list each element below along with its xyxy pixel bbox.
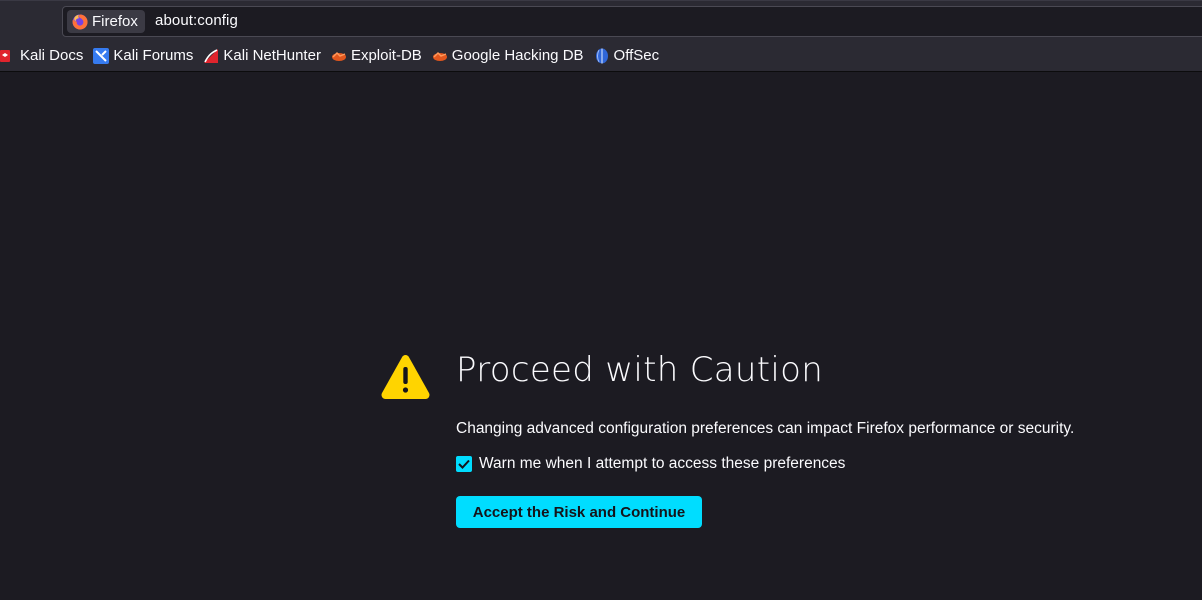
warn-checkbox-label[interactable]: Warn me when I attempt to access these p…	[479, 455, 845, 473]
kali-forums-icon	[93, 47, 110, 64]
offsec-icon	[594, 48, 610, 64]
bookmark-exploit-db[interactable]: Exploit-DB	[331, 44, 426, 68]
url-bar[interactable]: Firefox about:config	[62, 6, 1202, 37]
identity-label: Firefox	[92, 13, 138, 30]
warning-icon	[380, 352, 431, 401]
bookmark-label: Kali NetHunter	[223, 47, 321, 64]
firefox-icon	[72, 13, 88, 30]
bookmark-label: OffSec	[613, 47, 660, 64]
identity-box[interactable]: Firefox	[67, 10, 145, 33]
bookmark-kali-nethunter[interactable]: Kali NetHunter	[203, 44, 325, 68]
bookmark-label: Kali Forums	[113, 47, 194, 64]
ghdb-icon	[432, 48, 448, 64]
checkmark-icon	[458, 459, 470, 469]
bookmark-label: Exploit-DB	[350, 47, 422, 64]
bookmark-offsec[interactable]: OffSec	[594, 44, 664, 68]
bookmarks-toolbar: Kali Docs Kali Forums Kali NetHunter Exp…	[0, 40, 1202, 72]
navigation-toolbar: Firefox about:config	[0, 0, 1202, 40]
warning-description: Changing advanced configuration preferen…	[456, 420, 1075, 437]
kali-nethunter-icon	[203, 48, 219, 64]
bookmark-label: Google Hacking DB	[451, 47, 584, 64]
warn-checkbox-row[interactable]: Warn me when I attempt to access these p…	[456, 455, 845, 473]
url-text[interactable]: about:config	[155, 12, 238, 29]
bookmark-kali-docs[interactable]: Kali Docs	[0, 44, 87, 68]
bookmark-label: Kali Docs	[20, 47, 84, 64]
bookmark-google-hacking-db[interactable]: Google Hacking DB	[432, 44, 588, 68]
page-title: Proceed with Caution	[456, 350, 824, 390]
exploit-db-icon	[331, 48, 347, 64]
accept-risk-button[interactable]: Accept the Risk and Continue	[456, 496, 702, 528]
warn-checkbox[interactable]	[456, 456, 472, 472]
bookmark-kali-forums[interactable]: Kali Forums	[93, 44, 197, 68]
kali-docs-icon	[0, 48, 16, 64]
